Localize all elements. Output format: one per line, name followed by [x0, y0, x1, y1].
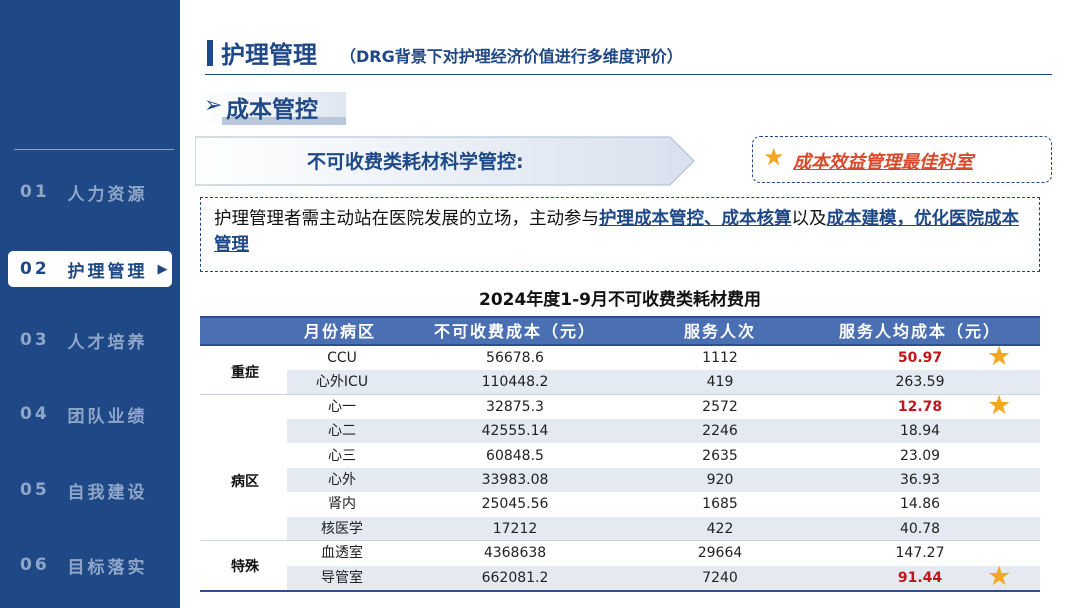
title-accent-bar: [207, 40, 213, 66]
nav-item-number: 04: [20, 404, 50, 424]
cell-cost: 17212: [492, 520, 538, 537]
cell-visits: 1685: [702, 496, 738, 513]
description-text: 护理管理者需主动站在医院发展的立场，主动参与护理成本管控、成本核算以及成本建模，…: [214, 206, 1034, 258]
sidebar-divider: [14, 149, 174, 150]
column-header-cost: 不可收费成本（元）: [433, 322, 596, 341]
cell-visits: 2246: [702, 423, 738, 440]
table-row: 心一 32875.3 2572 12.78 ★: [287, 390, 1040, 420]
description-part: 护理管理者需主动站在医院发展的立场，主动参与: [214, 209, 599, 229]
nav-item-label: 护理管理: [67, 261, 148, 282]
cell-cost: 56678.6: [486, 350, 544, 366]
cell-unit: 心一: [328, 398, 356, 415]
cell-cost: 60848.5: [486, 447, 544, 464]
column-header-visits: 服务人次: [683, 322, 756, 341]
cell-visits: 7240: [702, 569, 738, 586]
nav-item-talent[interactable]: 03 人才培养: [8, 322, 172, 358]
cell-cost: 4368638: [483, 545, 547, 562]
cell-avg: 36.93: [899, 472, 941, 488]
cell-avg: 23.09: [899, 447, 941, 464]
group-divider: [200, 394, 1040, 395]
nav-item-label: 人才培养: [67, 332, 148, 353]
description-part: 以及: [791, 209, 827, 229]
cell-cost: 42555.14: [481, 423, 549, 440]
cell-cost: 662081.2: [481, 569, 549, 586]
nav-item-team[interactable]: 04 团队业绩: [8, 396, 172, 432]
badge-text: 成本效益管理最佳科室: [793, 152, 973, 173]
column-header-unit: 月份病区: [303, 322, 376, 341]
title-divider: [205, 74, 1052, 75]
description-highlight: 护理成本管控、成本核算: [599, 209, 792, 229]
nav-item-number: 06: [20, 555, 50, 575]
page-subtitle: （DRG背景下对护理经济价值进行多维度评价）: [340, 47, 683, 66]
nav-item-goals[interactable]: 06 目标落实: [8, 547, 172, 583]
group-divider: [200, 540, 1040, 541]
table-bottom-rule: [200, 590, 1040, 592]
nav-item-label: 自我建设: [67, 482, 148, 503]
nav-item-nursing-management[interactable]: 02 护理管理 ▶: [8, 251, 172, 287]
star-icon: ★: [763, 143, 785, 171]
star-icon: ★: [987, 560, 1012, 592]
group-label-special: 特殊: [231, 559, 259, 575]
cell-visits: 29664: [697, 545, 743, 562]
star-icon: ★: [987, 341, 1012, 372]
cell-unit: 心二: [328, 423, 356, 440]
nav-item-label: 目标落实: [67, 557, 148, 578]
sidebar: [0, 0, 180, 608]
arrow-bullet-icon: ➢: [204, 93, 223, 118]
cell-unit: 肾内: [328, 496, 356, 513]
cell-unit: 核医学: [321, 520, 363, 537]
cell-cost: 33983.08: [481, 472, 549, 488]
cell-unit: 心外: [328, 472, 356, 488]
section-title: 成本管控: [226, 97, 318, 123]
cell-unit: 心三: [328, 447, 356, 464]
cell-cost: 110448.2: [481, 374, 549, 391]
cell-visits: 419: [706, 374, 734, 391]
group-label-ward: 病区: [231, 474, 259, 490]
table-row: 心外 33983.08 920 36.93: [287, 468, 1040, 492]
nav-item-number: 05: [20, 480, 50, 500]
cell-unit: CCU: [327, 350, 357, 366]
cell-visits: 920: [706, 472, 734, 488]
table-row: 肾内 25045.56 1685 14.86: [287, 492, 1040, 516]
cell-unit: 导管室: [321, 569, 363, 586]
cell-unit: 血透室: [321, 545, 363, 562]
page-title: 护理管理: [221, 41, 317, 69]
nav-item-label: 人力资源: [67, 184, 148, 205]
group-label-icu: 重症: [231, 365, 259, 381]
table-row: CCU 56678.6 1112 50.97 ★: [287, 342, 1040, 372]
nav-item-number: 01: [20, 182, 50, 202]
cell-unit: 心外ICU: [315, 374, 369, 391]
cell-cost: 32875.3: [486, 398, 544, 415]
nav-item-label: 团队业绩: [67, 406, 148, 427]
star-icon: ★: [987, 389, 1012, 421]
cell-visits: 422: [706, 520, 734, 537]
cell-avg: 14.86: [899, 496, 941, 513]
table-title: 2024年度1-9月不可收费类耗材费用: [478, 290, 762, 310]
table-header: 月份病区 不可收费成本（元） 服务人次 服务人均成本（元）: [200, 316, 1040, 346]
nav-item-number: 02: [20, 259, 50, 279]
table-row: 核医学 17212 422 40.78: [287, 516, 1040, 541]
cell-visits: 1112: [702, 350, 738, 366]
nav-item-self[interactable]: 05 自我建设: [8, 472, 172, 508]
table-row: 心外ICU 110448.2 419 263.59: [287, 370, 1040, 395]
table-row: 血透室 4368638 29664 147.27: [287, 541, 1040, 565]
play-arrow-icon: ▶: [157, 261, 171, 277]
table-row: 心三 60848.5 2635 23.09: [287, 444, 1040, 468]
table-row: 导管室 662081.2 7240 91.44 ★: [287, 561, 1040, 591]
cell-avg: 18.94: [899, 423, 941, 440]
cell-visits: 2572: [702, 398, 738, 415]
cell-visits: 2635: [702, 447, 738, 464]
nav-item-hr[interactable]: 01 人力资源: [8, 174, 172, 210]
banner-label: 不可收费类耗材科学管控:: [307, 151, 524, 173]
nav-item-number: 03: [20, 330, 50, 350]
cell-avg: 40.78: [899, 520, 941, 537]
cell-cost: 25045.56: [481, 496, 549, 513]
table-row: 心二 42555.14 2246 18.94: [287, 419, 1040, 444]
